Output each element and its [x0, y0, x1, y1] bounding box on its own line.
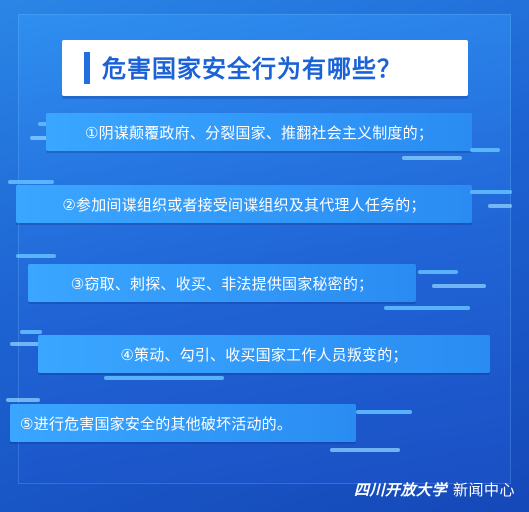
decor-stripe [8, 180, 54, 184]
decor-stripe [6, 398, 40, 402]
page-title: 危害国家安全行为有哪些？ [102, 55, 402, 83]
list-item-text: ④策动、勾引、收买国家工作人员叛变的； [120, 346, 408, 364]
list-item: ①阴谋颠覆政府、分裂国家、推翻社会主义制度的； [46, 113, 472, 151]
decor-stripe [470, 148, 500, 152]
list-item-text: ②参加间谍组织或者接受间谍组织及其代理人任务的； [62, 196, 426, 214]
decor-stripe [470, 190, 512, 194]
decor-stripe [488, 204, 512, 208]
list-item-text: ③窃取、刺探、收买、非法提供国家秘密的； [70, 275, 374, 293]
list-item: ③窃取、刺探、收买、非法提供国家秘密的； [28, 264, 416, 302]
title-accent-bar [84, 52, 90, 84]
decor-stripe [402, 156, 462, 160]
decor-stripe [10, 342, 40, 346]
decor-stripe [418, 270, 458, 274]
decor-stripe [104, 376, 224, 380]
list-item-text: ⑤进行危害国家安全的其他破坏活动的。 [20, 415, 293, 433]
decor-stripe [356, 410, 412, 414]
decor-stripe [432, 284, 486, 288]
news-center-label: 新闻中心 [452, 481, 515, 499]
list-item-text: ①阴谋颠覆政府、分裂国家、推翻社会主义制度的； [84, 124, 434, 142]
list-item: ②参加间谍组织或者接受间谍组织及其代理人任务的； [16, 185, 472, 223]
footer-credit: 四川开放大学 新闻中心 [354, 479, 515, 500]
list-item: ④策动、勾引、收买国家工作人员叛变的； [38, 335, 490, 373]
list-item: ⑤进行危害国家安全的其他破坏活动的。 [10, 404, 356, 442]
decor-stripe [330, 448, 400, 452]
decor-stripe [384, 306, 470, 310]
title-panel: 危害国家安全行为有哪些？ [62, 40, 468, 96]
university-logo-text: 四川开放大学 [353, 481, 447, 499]
decor-stripe [20, 330, 42, 334]
decor-stripe [16, 254, 56, 258]
